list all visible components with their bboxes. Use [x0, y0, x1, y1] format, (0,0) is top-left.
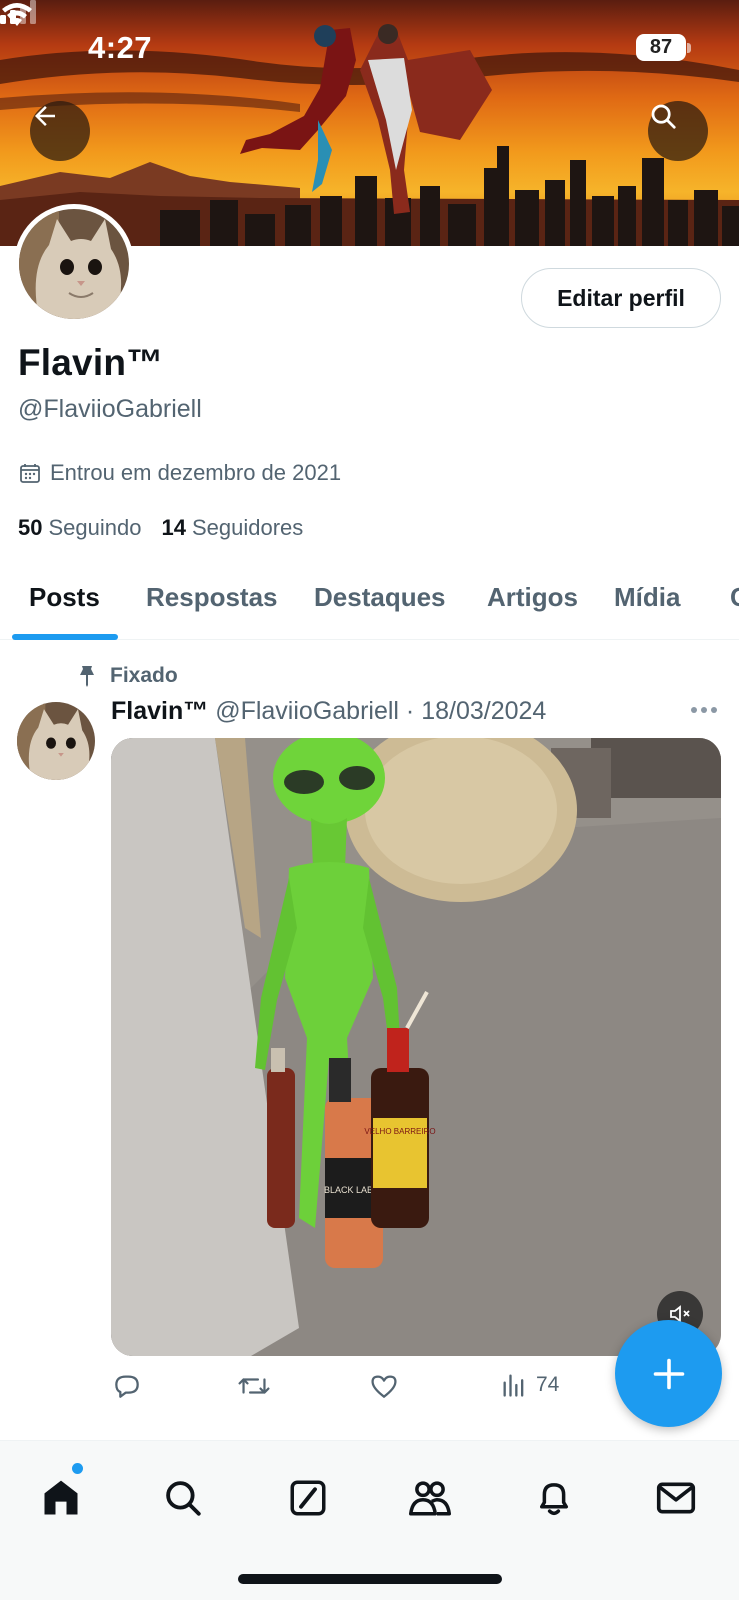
- active-tab-indicator: [12, 634, 118, 640]
- views-count: 74: [536, 1373, 560, 1396]
- profile-avatar[interactable]: [14, 204, 134, 324]
- heart-icon: [371, 1375, 397, 1398]
- post-header: Flavin™ @FlaviioGabriell · 18/03/2024: [111, 697, 546, 726]
- tab-destaques[interactable]: Destaques: [314, 582, 446, 613]
- tab-artigos[interactable]: Artigos: [487, 582, 578, 613]
- bottle-label-text-2: VELHO BARREIRO: [364, 1127, 435, 1136]
- followers-label: Seguidores: [191, 515, 304, 540]
- nav-search[interactable]: [158, 1473, 208, 1523]
- profile-tabs: Posts Respostas Destaques Artigos Mídia …: [0, 572, 739, 640]
- pinned-indicator: Fixado: [78, 664, 178, 688]
- post-author-handle[interactable]: @FlaviioGabriell: [215, 697, 399, 725]
- mail-icon: [656, 1482, 696, 1514]
- joined-text: Entrou em dezembro de 2021: [50, 460, 342, 485]
- reply-icon: [115, 1375, 139, 1398]
- pinned-label: Fixado: [110, 664, 178, 687]
- compose-fab[interactable]: [615, 1320, 722, 1427]
- edit-profile-button[interactable]: Editar perfil: [521, 268, 721, 328]
- tab-respostas[interactable]: Respostas: [146, 582, 278, 613]
- status-bar: 4:27 87: [0, 0, 739, 100]
- wifi-icon: [2, 3, 32, 26]
- search-icon: [651, 104, 676, 129]
- tab-overflow[interactable]: C: [730, 582, 739, 613]
- search-icon: [166, 1481, 201, 1516]
- following-label: Seguindo: [48, 515, 142, 540]
- pin-icon: [80, 666, 94, 687]
- tab-posts[interactable]: Posts: [29, 582, 100, 613]
- battery-indicator: 87: [636, 34, 686, 61]
- back-button[interactable]: [30, 101, 90, 161]
- post-date[interactable]: 18/03/2024: [421, 697, 546, 725]
- home-indicator: [238, 1574, 502, 1584]
- followers-count: 14: [161, 515, 186, 540]
- tab-midia[interactable]: Mídia: [614, 582, 680, 613]
- post-video[interactable]: BLACK LABEL VELHO BARREIRO: [111, 738, 721, 1356]
- nav-communities[interactable]: [405, 1473, 455, 1523]
- nav-grok[interactable]: [283, 1473, 333, 1523]
- followers-link[interactable]: 14 Seguidores: [161, 515, 303, 541]
- views-chart-icon: [503, 1374, 524, 1397]
- status-time: 4:27: [88, 30, 153, 65]
- like-button[interactable]: [368, 1370, 400, 1402]
- bell-icon: [540, 1483, 568, 1516]
- grok-icon: [290, 1480, 326, 1516]
- profile-display-name: Flavin™: [18, 342, 164, 383]
- video-frame-alien: BLACK LABEL VELHO BARREIRO: [111, 738, 721, 1356]
- profile-handle: @FlaviioGabriell: [18, 395, 202, 423]
- cat-avatar-image: [17, 702, 95, 780]
- plus-icon: [653, 1358, 684, 1389]
- home-icon: [44, 1480, 78, 1515]
- profile-banner[interactable]: 4:27 87: [0, 0, 739, 246]
- retweet-button[interactable]: [237, 1370, 271, 1402]
- joined-date: Entrou em dezembro de 2021: [18, 460, 341, 486]
- views-button[interactable]: 74: [500, 1370, 559, 1400]
- cat-avatar-image: [19, 209, 129, 319]
- nav-notifications[interactable]: [529, 1473, 579, 1523]
- search-button[interactable]: [648, 101, 708, 161]
- reply-button[interactable]: [111, 1370, 143, 1402]
- retweet-icon: [238, 1378, 270, 1394]
- calendar-icon: [20, 464, 40, 483]
- battery-tip: [687, 43, 691, 53]
- post-author-name[interactable]: Flavin™: [111, 697, 208, 725]
- communities-icon: [409, 1481, 451, 1516]
- more-dots-icon[interactable]: [690, 706, 718, 714]
- nav-home[interactable]: [36, 1473, 86, 1523]
- following-count: 50: [18, 515, 43, 540]
- follow-stats: 50 Seguindo 14 Seguidores: [18, 515, 303, 541]
- post-separator: ·: [405, 697, 415, 725]
- following-link[interactable]: 50 Seguindo: [18, 515, 141, 541]
- home-notification-dot: [72, 1463, 83, 1474]
- arrow-left-icon: [35, 106, 55, 126]
- nav-messages[interactable]: [651, 1473, 701, 1523]
- post-author-avatar[interactable]: [17, 702, 95, 780]
